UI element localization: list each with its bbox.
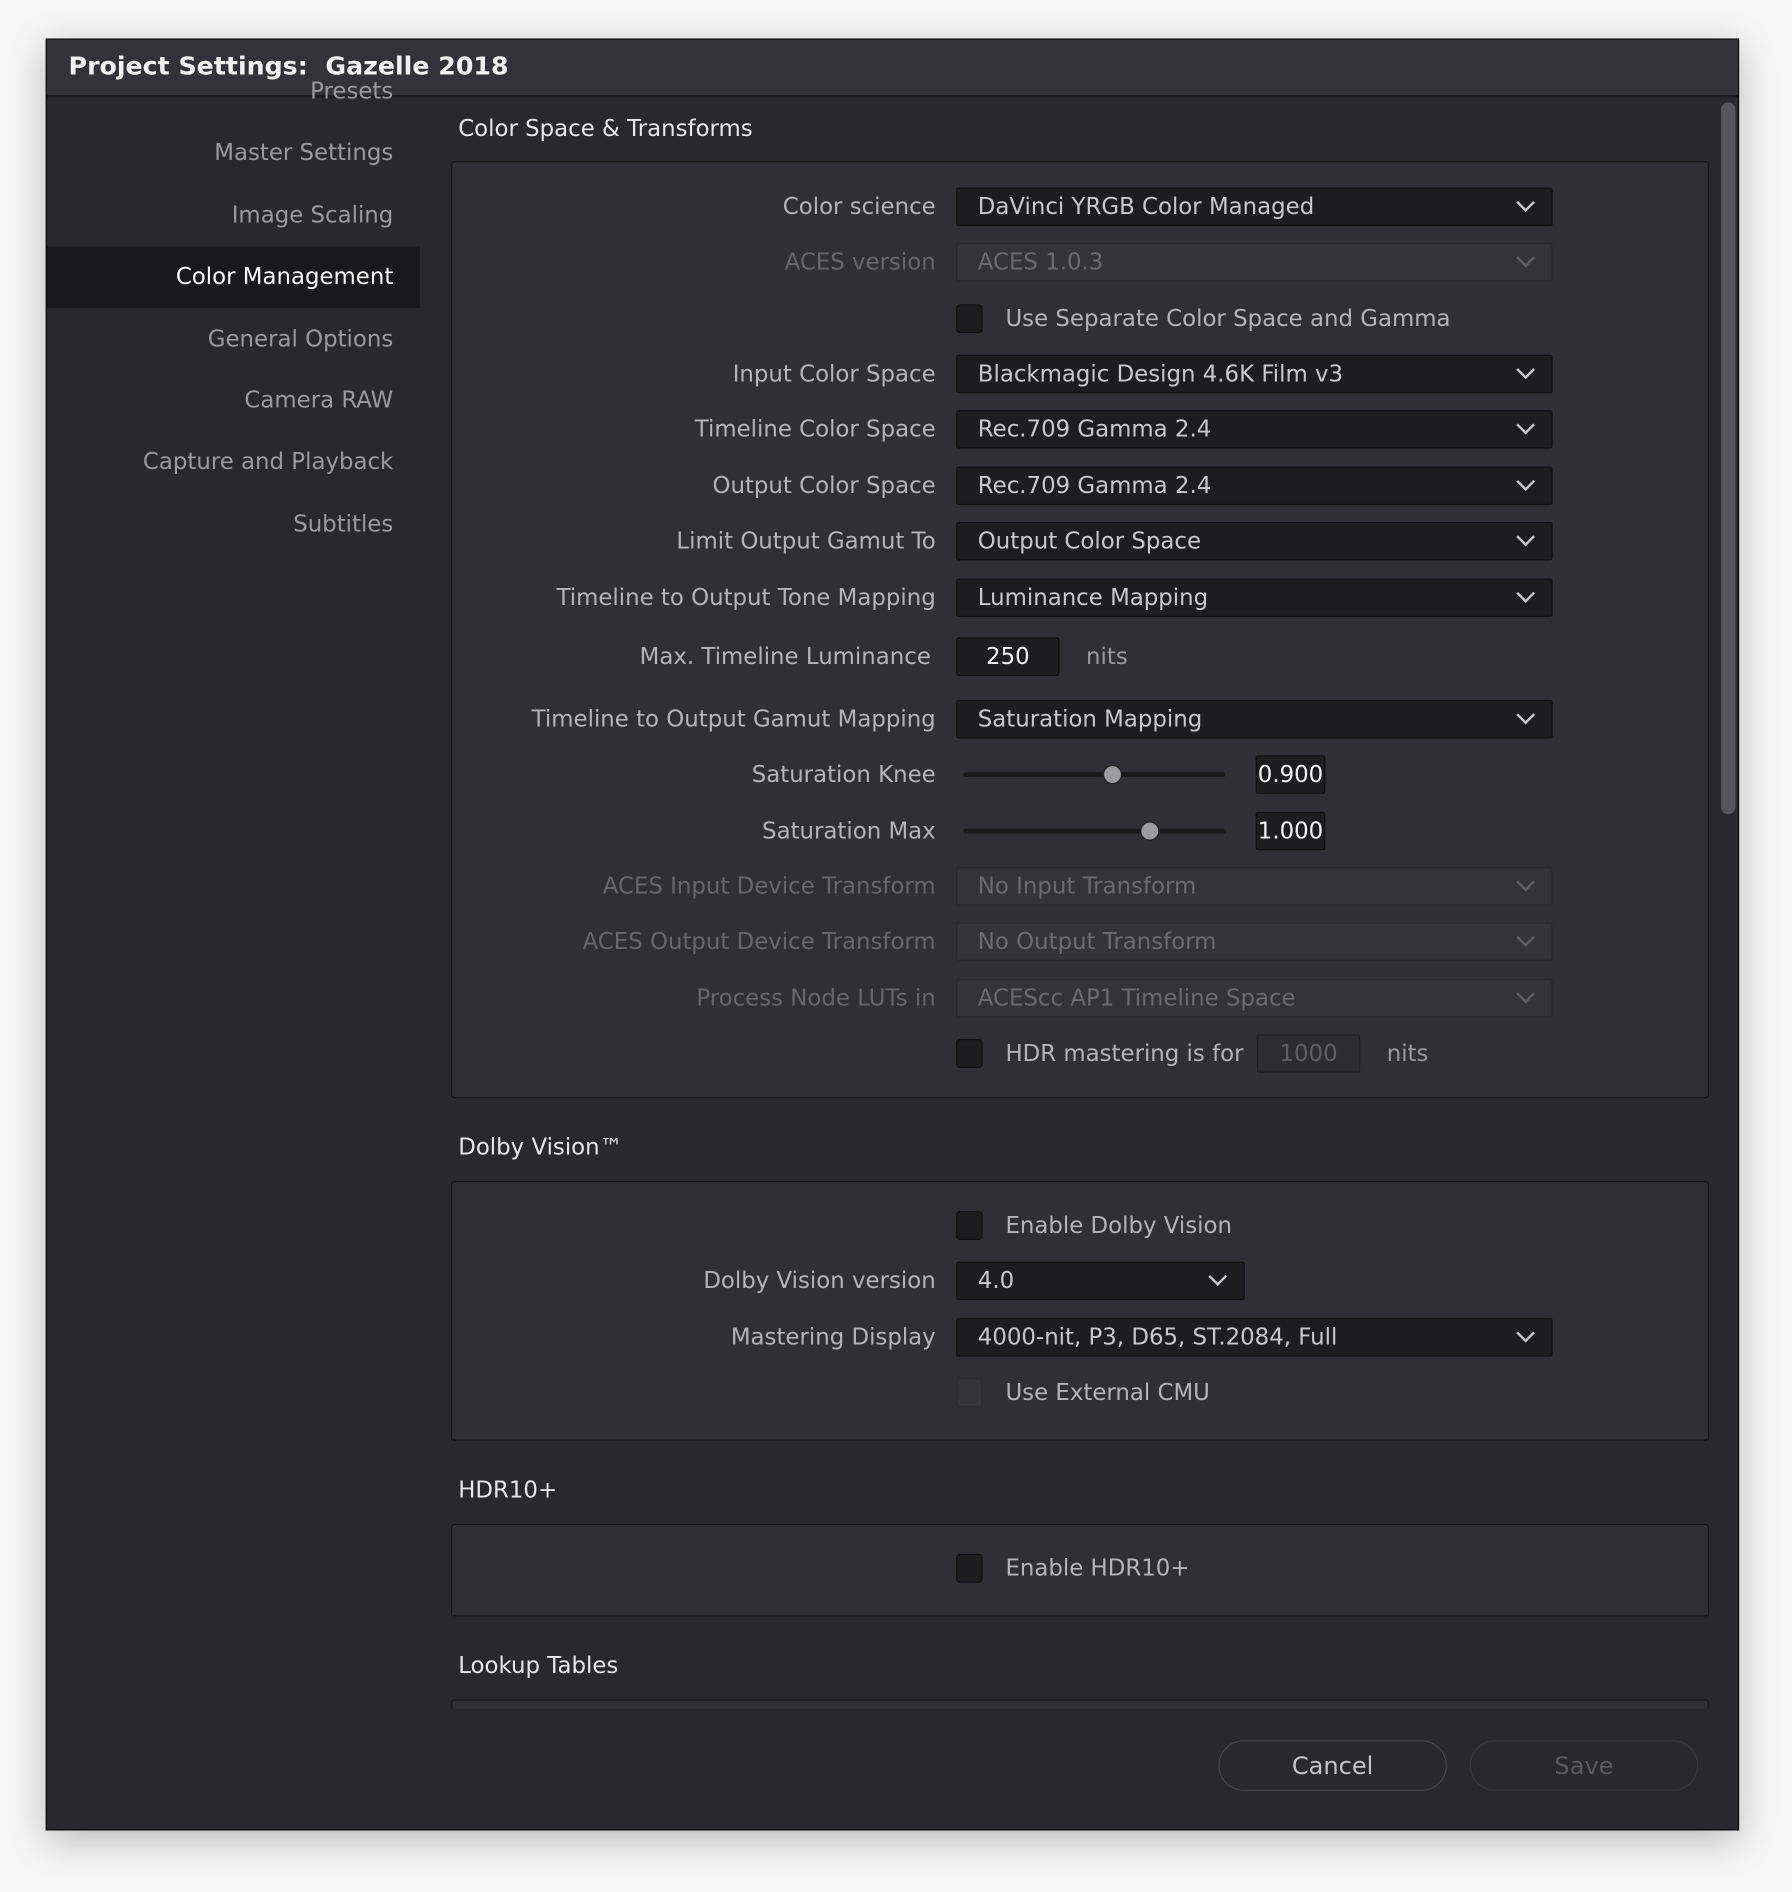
saturation-knee-value-input[interactable]: 0.900	[1255, 755, 1326, 794]
enable-dolby-vision-checkbox-label: Enable Dolby Vision	[1005, 1212, 1232, 1239]
dropdown-value: ACEScc AP1 Timeline Space	[977, 985, 1296, 1012]
chevron-down-icon	[1516, 527, 1535, 547]
timeline-color-space-label: Timeline Color Space	[694, 416, 936, 443]
chevron-down-icon	[1516, 928, 1535, 947]
max-timeline-luminance-input[interactable]: 250	[956, 637, 1060, 676]
settings-content: Color Space & Transforms Color science DaV…	[47, 40, 1738, 1830]
dropdown-value: Rec.709 Gamma 2.4	[977, 472, 1212, 500]
chevron-down-icon	[1516, 248, 1535, 268]
section-title-dolby: Dolby Vision™	[458, 1134, 623, 1161]
section-title-luts: Lookup Tables	[458, 1652, 619, 1679]
chevron-down-icon	[1516, 705, 1535, 725]
saturation-max-slider-track[interactable]	[963, 828, 1226, 834]
dropdown-value: Output Color Space	[977, 527, 1202, 555]
aces-output-device-transform-label: ACES Output Device Transform	[582, 928, 936, 955]
timeline-to-output-gamut-mapping-dropdown[interactable]: Saturation Mapping	[956, 699, 1553, 739]
use-separate-color-space-and-gamma-checkbox-label: Use Separate Color Space and Gamma	[1005, 305, 1451, 332]
saturation-knee-slider-track[interactable]	[963, 772, 1226, 777]
chevron-down-icon	[1516, 984, 1535, 1004]
chevron-down-icon	[1516, 472, 1535, 492]
aces-output-device-transform-dropdown: No Output Transform	[956, 922, 1553, 961]
output-color-space-dropdown[interactable]: Rec.709 Gamma 2.4	[956, 466, 1553, 506]
cancel-button[interactable]: Cancel	[1218, 1740, 1447, 1791]
chevron-down-icon	[1516, 584, 1535, 603]
hdr-mastering-is-for-unit: nits	[1386, 1040, 1429, 1067]
limit-output-gamut-to-label: Limit Output Gamut To	[676, 527, 936, 555]
aces-input-device-transform-label: ACES Input Device Transform	[602, 873, 936, 900]
dropdown-value: Luminance Mapping	[977, 584, 1209, 611]
aces-input-device-transform-dropdown: No Input Transform	[956, 867, 1553, 906]
dropdown-value: No Output Transform	[977, 928, 1217, 955]
scrollbar-thumb[interactable]	[1721, 102, 1736, 815]
timeline-to-output-gamut-mapping-label: Timeline to Output Gamut Mapping	[531, 705, 936, 733]
hdr-mastering-is-for-checkbox[interactable]	[956, 1039, 983, 1068]
timeline-to-output-tone-mapping-label: Timeline to Output Tone Mapping	[556, 584, 936, 611]
use-separate-color-space-and-gamma-checkbox[interactable]	[956, 304, 983, 334]
aces-version-label: ACES version	[784, 248, 936, 276]
chevron-down-icon	[1208, 1267, 1228, 1287]
limit-output-gamut-to-dropdown[interactable]: Output Color Space	[956, 521, 1553, 561]
mastering-display-dropdown[interactable]: 4000-nit, P3, D65, ST.2084, Full	[956, 1318, 1553, 1357]
save-button[interactable]: Save	[1469, 1740, 1699, 1791]
section-title-hdr10: HDR10+	[458, 1476, 558, 1504]
enable-hdr10-checkbox[interactable]	[956, 1553, 983, 1583]
chevron-down-icon	[1516, 1323, 1535, 1343]
enable-hdr10-checkbox-label: Enable HDR10+	[1005, 1555, 1190, 1582]
dropdown-value: Blackmagic Design 4.6K Film v3	[977, 360, 1344, 388]
dropdown-value: 4.0	[977, 1267, 1015, 1295]
saturation-max-slider-handle[interactable]	[1139, 821, 1160, 841]
process-node-luts-in-dropdown: ACEScc AP1 Timeline Space	[956, 978, 1553, 1018]
enable-dolby-vision-checkbox[interactable]	[956, 1211, 983, 1240]
dropdown-value: 4000-nit, P3, D65, ST.2084, Full	[977, 1324, 1338, 1351]
project-settings-dialog: Project Settings: Gazelle 2018 Presets Ma…	[45, 38, 1740, 1831]
use-external-cmu-checkbox	[956, 1378, 983, 1408]
hdr-mastering-is-for-input: 1000	[1256, 1034, 1361, 1073]
mastering-display-label: Mastering Display	[730, 1324, 936, 1351]
max-timeline-luminance-unit: nits	[1086, 643, 1128, 670]
dolby-vision-version-dropdown[interactable]: 4.0	[956, 1261, 1245, 1301]
section-panel-luts	[451, 1699, 1710, 1710]
chevron-down-icon	[1516, 872, 1535, 892]
color-science-label: Color science	[782, 193, 936, 221]
dropdown-value: DaVinci YRGB Color Managed	[977, 193, 1315, 221]
input-color-space-label: Input Color Space	[732, 360, 936, 388]
timeline-to-output-tone-mapping-dropdown[interactable]: Luminance Mapping	[956, 578, 1553, 617]
aces-version-dropdown: ACES 1.0.3	[956, 242, 1553, 282]
dolby-vision-version-label: Dolby Vision version	[703, 1267, 936, 1295]
use-external-cmu-checkbox-label: Use External CMU	[1005, 1379, 1210, 1406]
max-timeline-luminance-label: Max. Timeline Luminance	[639, 643, 931, 670]
saturation-max-label: Saturation Max	[762, 817, 936, 845]
section-title-color_space: Color Space & Transforms	[458, 115, 753, 142]
dropdown-value: Saturation Mapping	[977, 705, 1203, 733]
chevron-down-icon	[1516, 360, 1535, 380]
process-node-luts-in-label: Process Node LUTs in	[696, 985, 936, 1012]
hdr-mastering-is-for-checkbox-label: HDR mastering is for	[1005, 1040, 1244, 1067]
color-science-dropdown[interactable]: DaVinci YRGB Color Managed	[956, 187, 1553, 227]
dropdown-value: ACES 1.0.3	[977, 248, 1104, 276]
saturation-max-value-input[interactable]: 1.000	[1255, 811, 1326, 851]
dropdown-value: Rec.709 Gamma 2.4	[977, 416, 1212, 443]
chevron-down-icon	[1516, 415, 1535, 435]
dropdown-value: No Input Transform	[977, 873, 1197, 900]
saturation-knee-label: Saturation Knee	[751, 761, 936, 788]
input-color-space-dropdown[interactable]: Blackmagic Design 4.6K Film v3	[956, 354, 1553, 394]
timeline-color-space-dropdown[interactable]: Rec.709 Gamma 2.4	[956, 410, 1553, 449]
output-color-space-label: Output Color Space	[712, 472, 936, 500]
chevron-down-icon	[1516, 193, 1535, 213]
